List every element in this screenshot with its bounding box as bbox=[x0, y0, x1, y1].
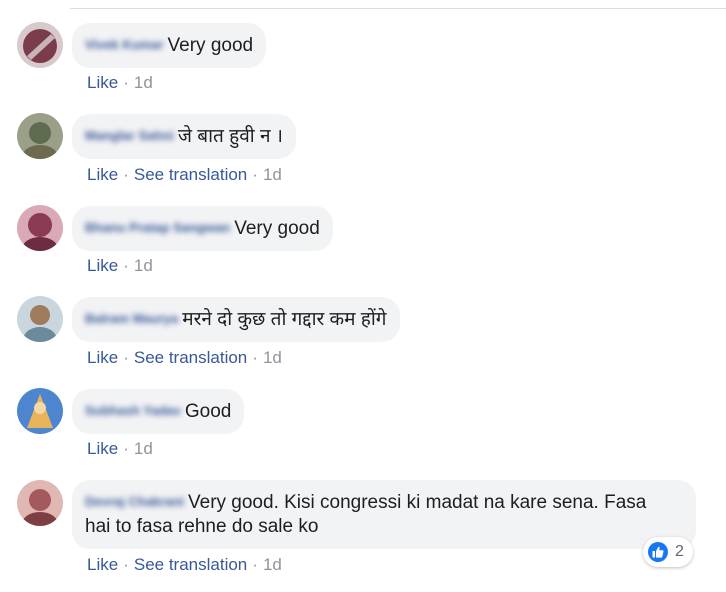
like-link[interactable]: Like bbox=[87, 165, 118, 184]
avatar[interactable] bbox=[17, 205, 63, 251]
comment-time[interactable]: 1d bbox=[263, 165, 282, 184]
separator: · bbox=[252, 348, 258, 367]
separator: · bbox=[123, 73, 129, 92]
comment-author[interactable]: Devraj Chakrani bbox=[85, 490, 184, 514]
comment-author[interactable]: Subhash Yadav bbox=[85, 399, 181, 423]
thumbs-up-icon bbox=[648, 542, 668, 562]
separator: · bbox=[123, 348, 129, 367]
comment-actions: Like · See translation · 1d bbox=[87, 348, 282, 368]
comment-actions: Like · 1d bbox=[87, 256, 153, 276]
comment-text: मरने दो कुछ तो गद्दार कम होंगे bbox=[182, 309, 387, 330]
avatar[interactable] bbox=[17, 388, 63, 434]
like-link[interactable]: Like bbox=[87, 439, 118, 458]
separator: · bbox=[123, 256, 129, 275]
comment-text: Good bbox=[184, 401, 232, 422]
comment-time[interactable]: 1d bbox=[134, 73, 153, 92]
comment-bubble: Subhash Yadav Good bbox=[72, 389, 245, 434]
comment-actions: Like · See translation · 1d bbox=[87, 165, 282, 185]
comment-bubble: Vivek Kumar Very good bbox=[72, 23, 267, 68]
separator: · bbox=[123, 165, 129, 184]
reaction-count-pill[interactable]: 2 bbox=[643, 537, 693, 567]
avatar[interactable] bbox=[17, 113, 63, 159]
top-divider bbox=[70, 8, 726, 9]
comment-bubble: Manglar Sahni जे बात हुवी न । bbox=[72, 114, 296, 159]
avatar[interactable] bbox=[17, 22, 63, 68]
avatar[interactable] bbox=[17, 480, 63, 526]
comment-author[interactable]: Vivek Kumar bbox=[85, 33, 164, 57]
comment-bubble: Balram Maurya मरने दो कुछ तो गद्दार कम हो… bbox=[72, 297, 400, 342]
separator: · bbox=[123, 555, 129, 574]
comment-time[interactable]: 1d bbox=[134, 256, 153, 275]
comment-actions: Like · See translation · 1d bbox=[87, 555, 282, 575]
comment-author[interactable]: Manglar Sahni bbox=[85, 124, 174, 148]
comment-author[interactable]: Balram Maurya bbox=[85, 307, 178, 331]
separator: · bbox=[252, 165, 258, 184]
comment-time[interactable]: 1d bbox=[263, 348, 282, 367]
like-link[interactable]: Like bbox=[87, 555, 118, 574]
comment-actions: Like · 1d bbox=[87, 73, 153, 93]
see-translation-link[interactable]: See translation bbox=[134, 348, 247, 367]
comment-text: Very good bbox=[167, 35, 254, 56]
comment-time[interactable]: 1d bbox=[134, 439, 153, 458]
avatar[interactable] bbox=[17, 296, 63, 342]
comment-text: जे बात हुवी न । bbox=[177, 126, 283, 147]
separator: · bbox=[123, 439, 129, 458]
separator: · bbox=[252, 555, 258, 574]
comment-text: Very good bbox=[234, 218, 320, 239]
like-link[interactable]: Like bbox=[87, 256, 118, 275]
like-link[interactable]: Like bbox=[87, 73, 118, 92]
comment-time[interactable]: 1d bbox=[263, 555, 282, 574]
comment-bubble: Devraj Chakrani Very good. Kisi congressi… bbox=[72, 480, 696, 549]
reaction-count: 2 bbox=[675, 543, 684, 560]
like-link[interactable]: Like bbox=[87, 348, 118, 367]
see-translation-link[interactable]: See translation bbox=[134, 555, 247, 574]
comment-bubble: Bhanu Pratap Sangwan Very good bbox=[72, 206, 333, 251]
comment-author[interactable]: Bhanu Pratap Sangwan bbox=[85, 216, 230, 240]
comment-actions: Like · 1d bbox=[87, 439, 153, 459]
see-translation-link[interactable]: See translation bbox=[134, 165, 247, 184]
